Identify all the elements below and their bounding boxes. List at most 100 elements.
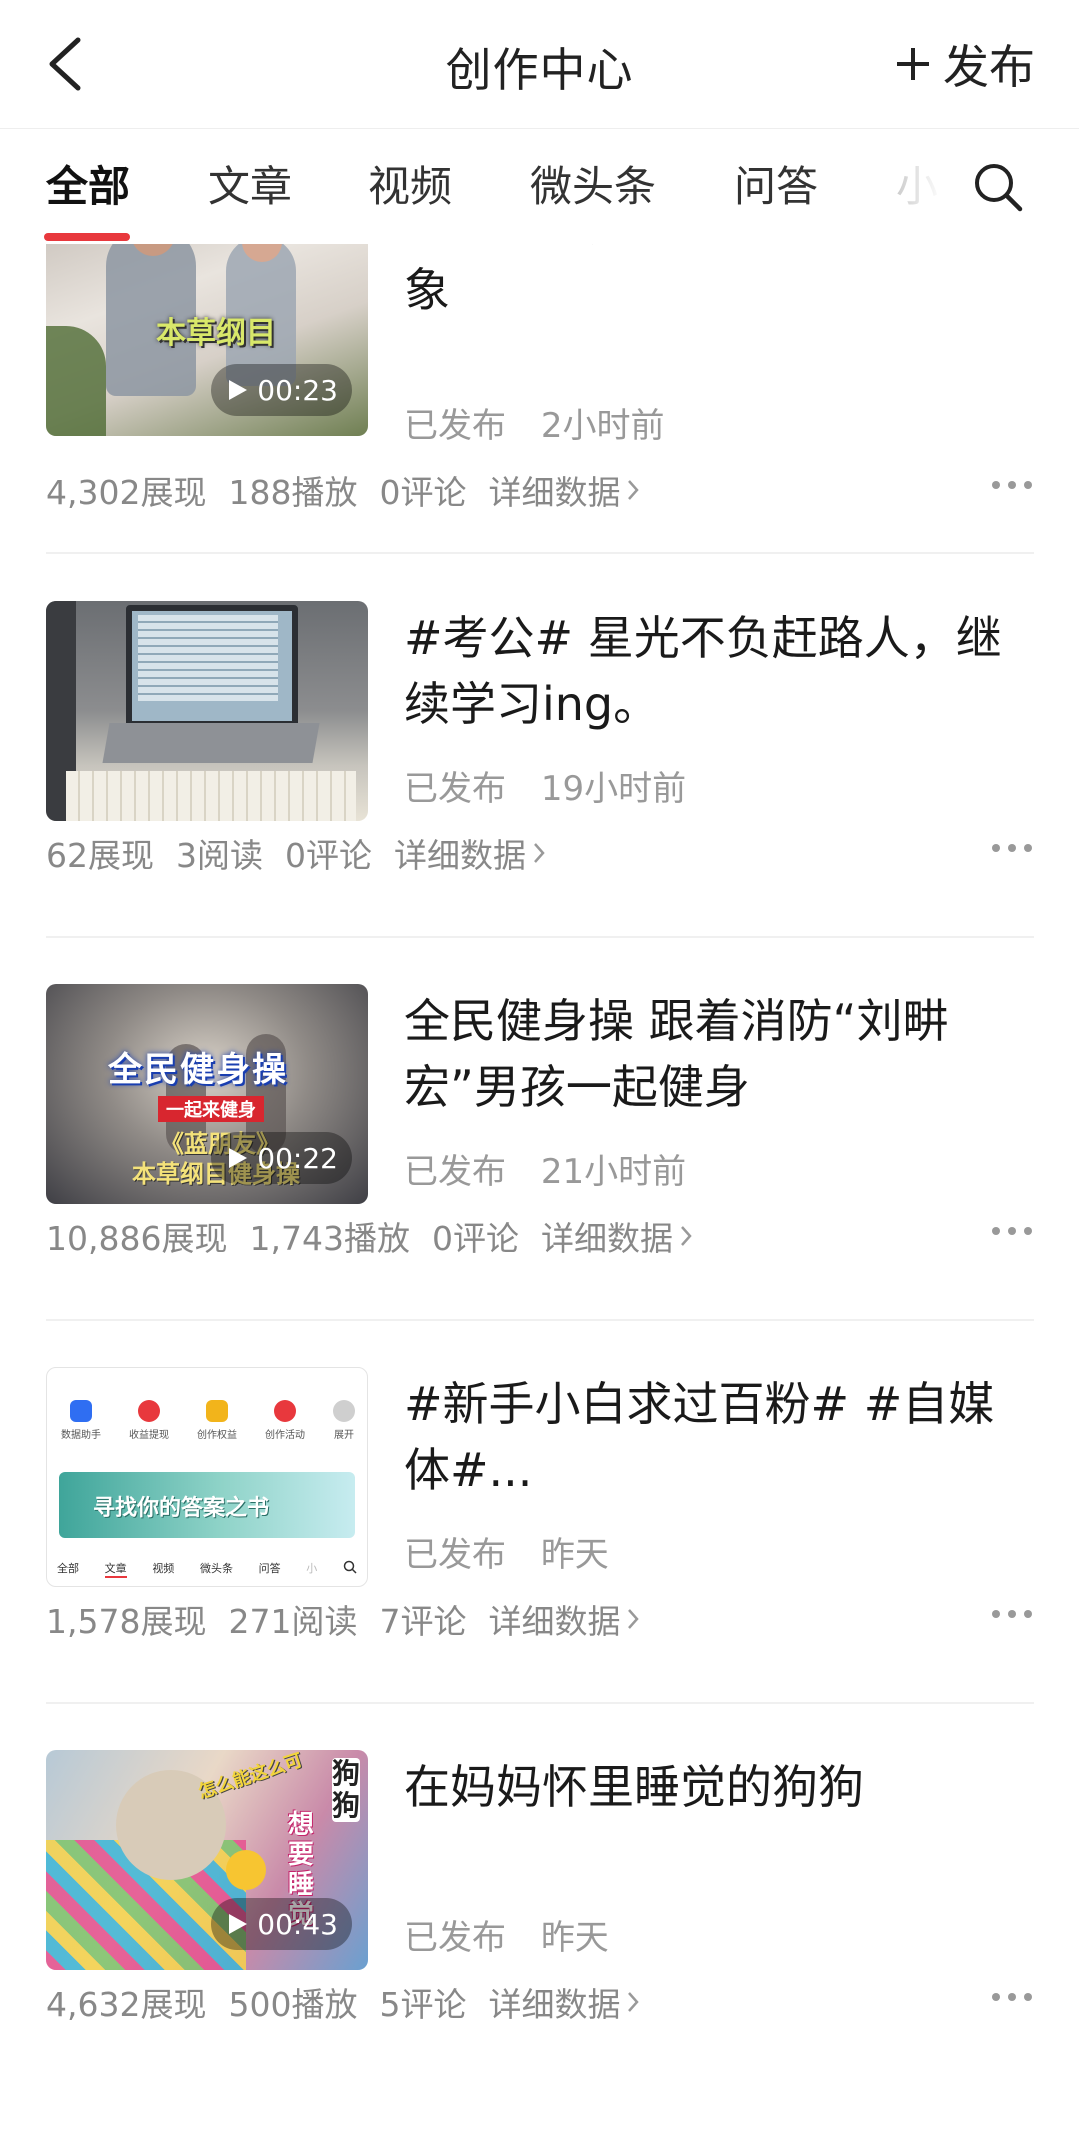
publish-status: 已发布 2小时前 — [404, 398, 664, 447]
thumbnail-subheading: 一起来健身 — [158, 1096, 264, 1122]
publish-status: 已发布 昨天 — [404, 1527, 609, 1576]
impressions-stat: 4,632展现 — [46, 1985, 207, 2024]
content-list: 本草纲目 00:23 刘畊宏健身操出现“人传人”现象 已发布 2小时前 4,30… — [0, 0, 1079, 2074]
list-item[interactable]: 本草纲目 00:23 刘畊宏健身操出现“人传人”现象 已发布 2小时前 4,30… — [0, 197, 1079, 598]
list-item[interactable]: #考公# 星光不负赶路人，继续学习ing。 已发布 19小时前 62展现 3阅读… — [0, 601, 1079, 983]
play-icon — [229, 1148, 248, 1168]
item-stats: 10,886展现 1,743播放 0评论 详细数据 — [46, 1212, 693, 1260]
more-icon[interactable] — [988, 1599, 1036, 1629]
plays-stat: 1,743播放 — [249, 1219, 410, 1258]
list-item[interactable]: 数据助手 收益提现 创作权益 创作活动 展开 寻找你的答案之书 全部 文章 视频… — [0, 1367, 1079, 1749]
detail-data-label: 详细数据 — [488, 1985, 621, 2024]
chevron-right-icon — [628, 1609, 640, 1629]
plays-stat: 188播放 — [228, 473, 358, 512]
tab-videos[interactable]: 视频 — [368, 157, 452, 217]
comments-stat: 0评论 — [379, 473, 467, 512]
video-thumbnail[interactable]: 全民健身操 一起来健身 《蓝朋友》 本草纲目健身操 00:22 — [46, 984, 368, 1204]
category-tab-bar: 全部 文章 视频 微头条 问答 小 — [0, 129, 1079, 244]
item-title[interactable]: #新手小白求过百粉# #自媒体#... — [404, 1371, 1034, 1503]
thumbnail-caption: 本草纲目 — [156, 316, 276, 351]
tab-qa[interactable]: 问答 — [734, 157, 818, 217]
emoji-sticker — [226, 1850, 266, 1890]
video-duration-badge: 00:22 — [211, 1132, 352, 1184]
item-title[interactable]: 全民健身操 跟着消防“刘畊宏”男孩一起健身 — [404, 988, 1034, 1120]
detail-data-label: 详细数据 — [540, 1219, 673, 1258]
photo-thumbnail[interactable] — [46, 601, 368, 821]
publish-label: 发布 — [943, 40, 1035, 94]
play-icon — [229, 1914, 248, 1934]
impressions-stat: 1,578展现 — [46, 1602, 207, 1641]
impressions-stat: 62展现 — [46, 836, 154, 875]
status-label: 已发布 — [404, 769, 506, 809]
tab-fade-overlay — [880, 129, 970, 244]
item-title[interactable]: #考公# 星光不负赶路人，继续学习ing。 — [404, 605, 1034, 737]
duration-text: 00:43 — [257, 1907, 338, 1941]
video-duration-badge: 00:43 — [211, 1898, 352, 1950]
comments-stat: 0评论 — [431, 1219, 519, 1258]
detail-data-link[interactable]: 详细数据 — [394, 829, 546, 877]
reads-stat: 3阅读 — [176, 836, 263, 875]
tab-all[interactable]: 全部 — [46, 157, 130, 217]
divider — [46, 1702, 1034, 1704]
publish-time: 19小时前 — [540, 769, 687, 809]
chevron-right-icon — [681, 1226, 692, 1246]
detail-data-link[interactable]: 详细数据 — [488, 466, 640, 514]
mini-icon-rights: 创作权益 — [197, 1400, 237, 1441]
thumbnail-caption: 狗狗 — [332, 1757, 361, 1822]
screenshot-thumbnail[interactable]: 数据助手 收益提现 创作权益 创作活动 展开 寻找你的答案之书 全部 文章 视频… — [46, 1367, 368, 1587]
chevron-right-icon — [628, 480, 640, 500]
detail-data-label: 详细数据 — [488, 1602, 621, 1641]
more-icon[interactable] — [988, 1216, 1036, 1246]
plays-stat: 500播放 — [228, 1985, 358, 2024]
impressions-stat: 10,886展现 — [46, 1219, 228, 1258]
divider — [46, 1319, 1034, 1321]
publish-time: 昨天 — [540, 1918, 609, 1958]
item-stats: 1,578展现 271阅读 7评论 详细数据 — [46, 1595, 640, 1643]
video-duration-badge: 00:23 — [211, 364, 352, 416]
publish-time: 昨天 — [540, 1535, 609, 1575]
comments-stat: 5评论 — [379, 1985, 467, 2024]
item-stats: 4,302展现 188播放 0评论 详细数据 — [46, 466, 640, 514]
plus-icon — [897, 48, 929, 80]
search-icon[interactable] — [970, 159, 1026, 215]
status-label: 已发布 — [404, 1918, 506, 1958]
item-stats: 62展现 3阅读 0评论 详细数据 — [46, 829, 546, 877]
publish-time: 21小时前 — [540, 1152, 687, 1192]
publish-status: 已发布 21小时前 — [404, 1144, 686, 1193]
more-icon[interactable] — [988, 833, 1036, 863]
status-label: 已发布 — [404, 406, 506, 446]
detail-data-label: 详细数据 — [394, 836, 526, 875]
detail-data-link[interactable]: 详细数据 — [541, 1212, 693, 1260]
detail-data-link[interactable]: 详细数据 — [488, 1978, 640, 2026]
mini-icon-earnings: 收益提现 — [129, 1400, 169, 1441]
mini-banner: 寻找你的答案之书 — [59, 1472, 355, 1538]
comments-stat: 0评论 — [285, 836, 372, 875]
search-icon — [343, 1560, 357, 1574]
list-item[interactable]: 全民健身操 一起来健身 《蓝朋友》 本草纲目健身操 00:22 全民健身操 跟着… — [0, 984, 1079, 1366]
publish-button[interactable]: 发布 — [893, 34, 1035, 94]
video-thumbnail[interactable]: 本草纲目 00:23 — [46, 216, 368, 436]
active-tab-indicator — [44, 233, 130, 241]
divider — [46, 936, 1034, 938]
chevron-right-icon — [628, 1992, 640, 2012]
top-nav-bar: 创作中心 发布 — [0, 0, 1079, 129]
detail-data-link[interactable]: 详细数据 — [488, 1595, 640, 1643]
chevron-right-icon — [534, 843, 545, 863]
video-thumbnail[interactable]: 怎么能这么可 想要睡觉 狗狗 00:43 — [46, 1750, 368, 1970]
more-icon[interactable] — [988, 1982, 1036, 2012]
item-stats: 4,632展现 500播放 5评论 详细数据 — [46, 1978, 640, 2026]
tab-articles[interactable]: 文章 — [208, 157, 292, 217]
duration-text: 00:23 — [257, 373, 338, 407]
publish-status: 已发布 昨天 — [404, 1910, 609, 1959]
reads-stat: 271阅读 — [228, 1602, 358, 1641]
mini-icon-data: 数据助手 — [61, 1400, 101, 1441]
divider — [46, 552, 1034, 554]
duration-text: 00:22 — [257, 1141, 338, 1175]
tab-micro-posts[interactable]: 微头条 — [530, 157, 656, 217]
impressions-stat: 4,302展现 — [46, 473, 207, 512]
list-item[interactable]: 怎么能这么可 想要睡觉 狗狗 00:43 在妈妈怀里睡觉的狗狗 已发布 昨天 4… — [0, 1750, 1079, 2132]
publish-time: 2小时前 — [540, 406, 665, 446]
more-icon[interactable] — [988, 470, 1036, 500]
play-icon — [229, 380, 248, 400]
item-title[interactable]: 在妈妈怀里睡觉的狗狗 — [404, 1754, 1034, 1820]
